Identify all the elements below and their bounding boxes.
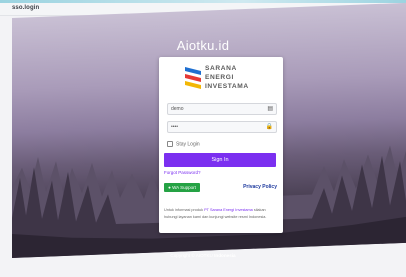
sign-in-button[interactable]: Sign In [164, 153, 276, 167]
username-input[interactable] [171, 105, 259, 113]
info-text: Untuk informasi produk PT Sarana Energi … [164, 207, 276, 220]
copyright-footer: Copyright © AIOTKU Indonesia [0, 253, 406, 258]
logo-wordmark: SARANA ENERGI INVESTAMA [205, 64, 249, 91]
copyright-brand: Indonesia [214, 253, 236, 258]
password-input[interactable] [171, 123, 259, 131]
app-title: sso.login [12, 5, 40, 11]
privacy-policy-link[interactable]: Privacy Policy [243, 184, 277, 190]
username-field[interactable]: ▤ [167, 103, 277, 115]
forgot-password-link[interactable]: Forgot Password? [164, 170, 201, 175]
copyright-prefix: Copyright © AIOTKU [170, 253, 215, 258]
whatsapp-label: WA Support [172, 185, 196, 190]
whatsapp-support-button[interactable]: ● WA Support [164, 183, 200, 192]
remember-label: Stay Login [176, 141, 200, 148]
lock-icon: 🔒 [265, 124, 273, 130]
logo-line-3: INVESTAMA [205, 83, 249, 90]
id-card-icon: ▤ [267, 106, 273, 112]
password-field[interactable]: 🔒 [167, 121, 277, 133]
logo-line-2: ENERGI [205, 74, 234, 81]
login-card: SARANA ENERGI INVESTAMA ▤ 🔒 Stay Login S… [159, 57, 283, 233]
sei-logo-icon [185, 67, 201, 89]
top-accent-strip [0, 0, 406, 3]
info-text-prefix: Untuk informasi produk [164, 208, 205, 212]
company-link[interactable]: PT Sarana Energi Investama [204, 208, 253, 212]
remember-me[interactable]: Stay Login [167, 141, 200, 147]
remember-checkbox[interactable] [167, 141, 173, 147]
brand-title: Aiotku.id [176, 38, 230, 53]
whatsapp-icon: ● [168, 185, 171, 190]
logo-line-1: SARANA [205, 65, 237, 72]
company-logo: SARANA ENERGI INVESTAMA [183, 64, 259, 94]
